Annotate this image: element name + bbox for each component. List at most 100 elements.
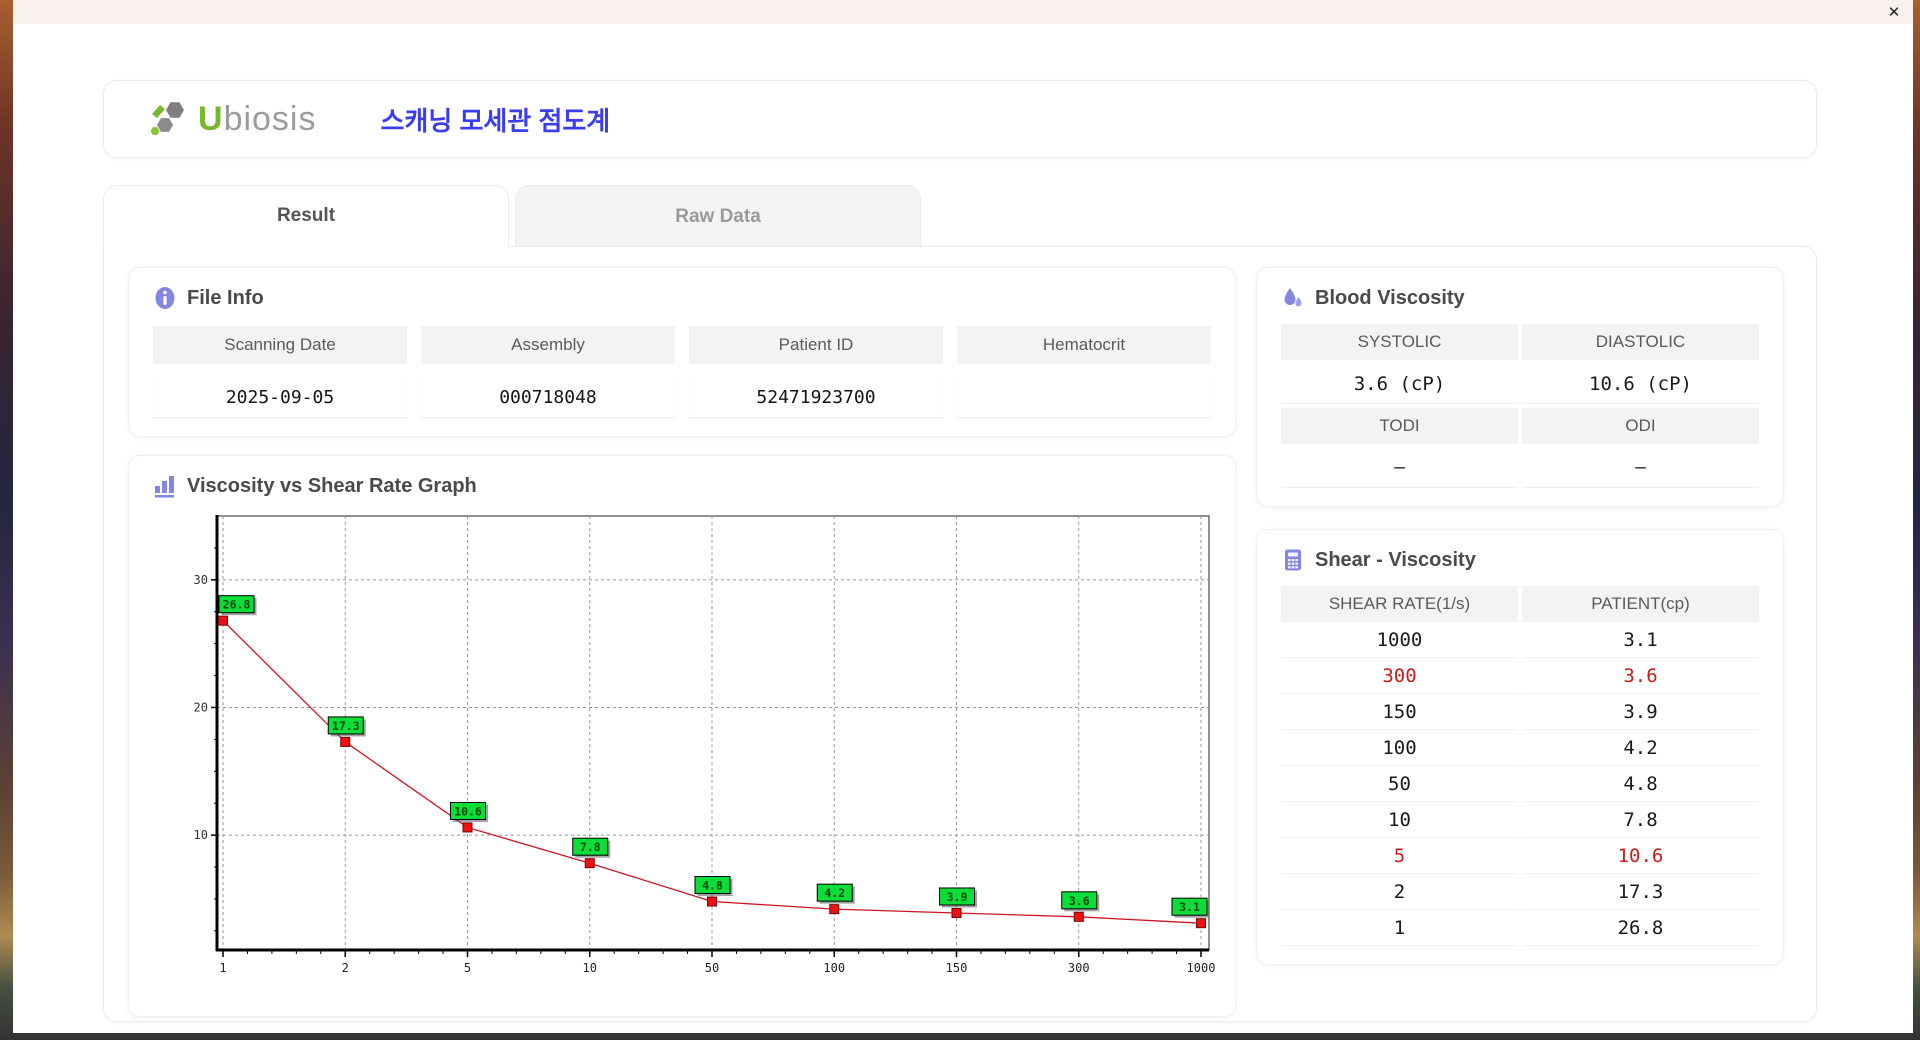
svg-text:10: 10 [194,828,208,842]
bv-label-todi: TODI [1281,408,1518,444]
svg-text:1: 1 [219,961,226,975]
svg-text:4.8: 4.8 [702,878,723,892]
file-info-label-assembly: Assembly [421,326,675,364]
header-card: Ubiosis 스캐닝 모세관 점도계 [103,80,1817,158]
shear-cell: 2 [1281,874,1518,910]
close-icon[interactable]: ✕ [1883,1,1905,23]
tab-bar: Result Raw Data [103,185,921,247]
calculator-icon [1285,549,1301,571]
patient-cell: 4.8 [1522,766,1759,802]
graph-card: Viscosity vs Shear Rate Graph 10 20 30 1 2 5 1… [128,455,1236,1017]
patient-cell: 7.8 [1522,802,1759,838]
file-info-label-patient-id: Patient ID [689,326,943,364]
shear-viscosity-card: Shear - Viscosity SHEAR RATE(1/s) PATIEN… [1256,529,1784,965]
info-icon [155,287,175,309]
patient-cell: 3.9 [1522,694,1759,730]
logo-text-u: U [198,99,224,138]
shear-viscosity-header: Shear - Viscosity [1281,548,1759,572]
patient-cell: 10.6 [1522,838,1759,874]
patient-column-header: PATIENT(cp) [1522,586,1759,622]
bv-value-systolic: 3.6 (cP) [1281,364,1518,404]
blood-viscosity-header: Blood Viscosity [1281,286,1759,310]
page-title: 스캐닝 모세관 점도계 [380,105,611,136]
svg-text:30: 30 [194,573,208,587]
blood-viscosity-title: Blood Viscosity [1315,286,1465,309]
logo-text: Ubiosis [198,100,317,139]
table-row: 5 10.6 [1281,838,1759,874]
bv-value-odi: – [1522,448,1759,488]
svg-text:100: 100 [823,961,845,975]
table-row: 1000 3.1 [1281,622,1759,658]
viscosity-chart: 10 20 30 1 2 5 10 50 100 150 300 1000 26.8 17.3 10.6 7.… [187,508,1215,987]
shear-rate-column-header: SHEAR RATE(1/s) [1281,586,1518,622]
bv-value-todi: – [1281,448,1518,488]
shear-viscosity-title: Shear - Viscosity [1315,548,1476,571]
table-row: 1 26.8 [1281,910,1759,946]
file-info-value-patient-id: 52471923700 [689,378,943,418]
svg-text:17.3: 17.3 [332,719,360,733]
svg-text:5: 5 [464,961,471,975]
patient-cell: 26.8 [1522,910,1759,946]
bv-label-diastolic: DIASTOLIC [1522,324,1759,360]
file-info-header: File Info [153,286,1211,310]
result-panel: File Info Scanning Date Assembly Patient… [103,246,1817,1022]
patient-cell: 17.3 [1522,874,1759,910]
droplets-icon [1284,288,1302,307]
svg-text:26.8: 26.8 [223,598,251,612]
patient-cell: 3.6 [1522,658,1759,694]
shear-cell: 300 [1281,658,1518,694]
shear-cell: 1 [1281,910,1518,946]
logo-text-rest: biosis [223,99,317,138]
bv-label-odi: ODI [1522,408,1759,444]
file-info-label-hematocrit: Hematocrit [957,326,1211,364]
tab-raw-data[interactable]: Raw Data [515,185,921,247]
ubiosis-logo: Ubiosis [150,100,317,139]
svg-text:7.8: 7.8 [580,840,601,854]
app-window: Ubiosis 스캐닝 모세관 점도계 Result Raw Data File… [13,24,1913,1033]
patient-cell: 3.1 [1522,622,1759,658]
bv-label-systolic: SYSTOLIC [1281,324,1518,360]
shear-cell: 150 [1281,694,1518,730]
file-info-card: File Info Scanning Date Assembly Patient… [128,267,1236,437]
shear-cell: 50 [1281,766,1518,802]
svg-text:20: 20 [194,700,208,714]
file-info-title: File Info [187,286,264,309]
table-row: 300 3.6 [1281,658,1759,694]
table-row: 2 17.3 [1281,874,1759,910]
file-info-label-scanning-date: Scanning Date [153,326,407,364]
svg-text:300: 300 [1068,961,1090,975]
file-info-value-assembly: 000718048 [421,378,675,418]
left-column: File Info Scanning Date Assembly Patient… [128,267,1236,1017]
shear-table-header: SHEAR RATE(1/s) PATIENT(cp) [1281,586,1759,622]
tab-result[interactable]: Result [103,185,509,247]
svg-text:10: 10 [583,961,597,975]
file-info-value-scanning-date: 2025-09-05 [153,378,407,418]
graph-title: Viscosity vs Shear Rate Graph [187,474,477,497]
table-row: 150 3.9 [1281,694,1759,730]
shear-viscosity-table: SHEAR RATE(1/s) PATIENT(cp) 1000 3.1 300 3… [1281,586,1759,946]
shear-cell: 100 [1281,730,1518,766]
file-info-grid: Scanning Date Assembly Patient ID Hemato… [153,326,1211,418]
shear-cell: 5 [1281,838,1518,874]
svg-text:2: 2 [342,961,349,975]
blood-viscosity-card: Blood Viscosity SYSTOLIC DIASTOLIC 3.6 (… [1256,267,1784,507]
svg-text:4.2: 4.2 [824,886,845,900]
file-info-value-hematocrit [957,378,1211,418]
bv-value-diastolic: 10.6 (cP) [1522,364,1759,404]
svg-text:3.9: 3.9 [947,890,968,904]
titlebar: ✕ [13,0,1913,24]
patient-cell: 4.2 [1522,730,1759,766]
svg-text:150: 150 [946,961,968,975]
table-row: 50 4.8 [1281,766,1759,802]
svg-text:50: 50 [705,961,719,975]
graph-header: Viscosity vs Shear Rate Graph [153,474,1211,498]
shear-cell: 10 [1281,802,1518,838]
table-row: 100 4.2 [1281,730,1759,766]
svg-text:10.6: 10.6 [454,804,482,818]
table-row: 10 7.8 [1281,802,1759,838]
svg-text:3.1: 3.1 [1179,900,1200,914]
svg-text:3.6: 3.6 [1069,894,1090,908]
ubiosis-logo-icon [150,102,184,135]
bar-chart-icon [155,476,174,498]
blood-viscosity-table: SYSTOLIC DIASTOLIC 3.6 (cP) 10.6 (cP) TO… [1281,324,1759,488]
